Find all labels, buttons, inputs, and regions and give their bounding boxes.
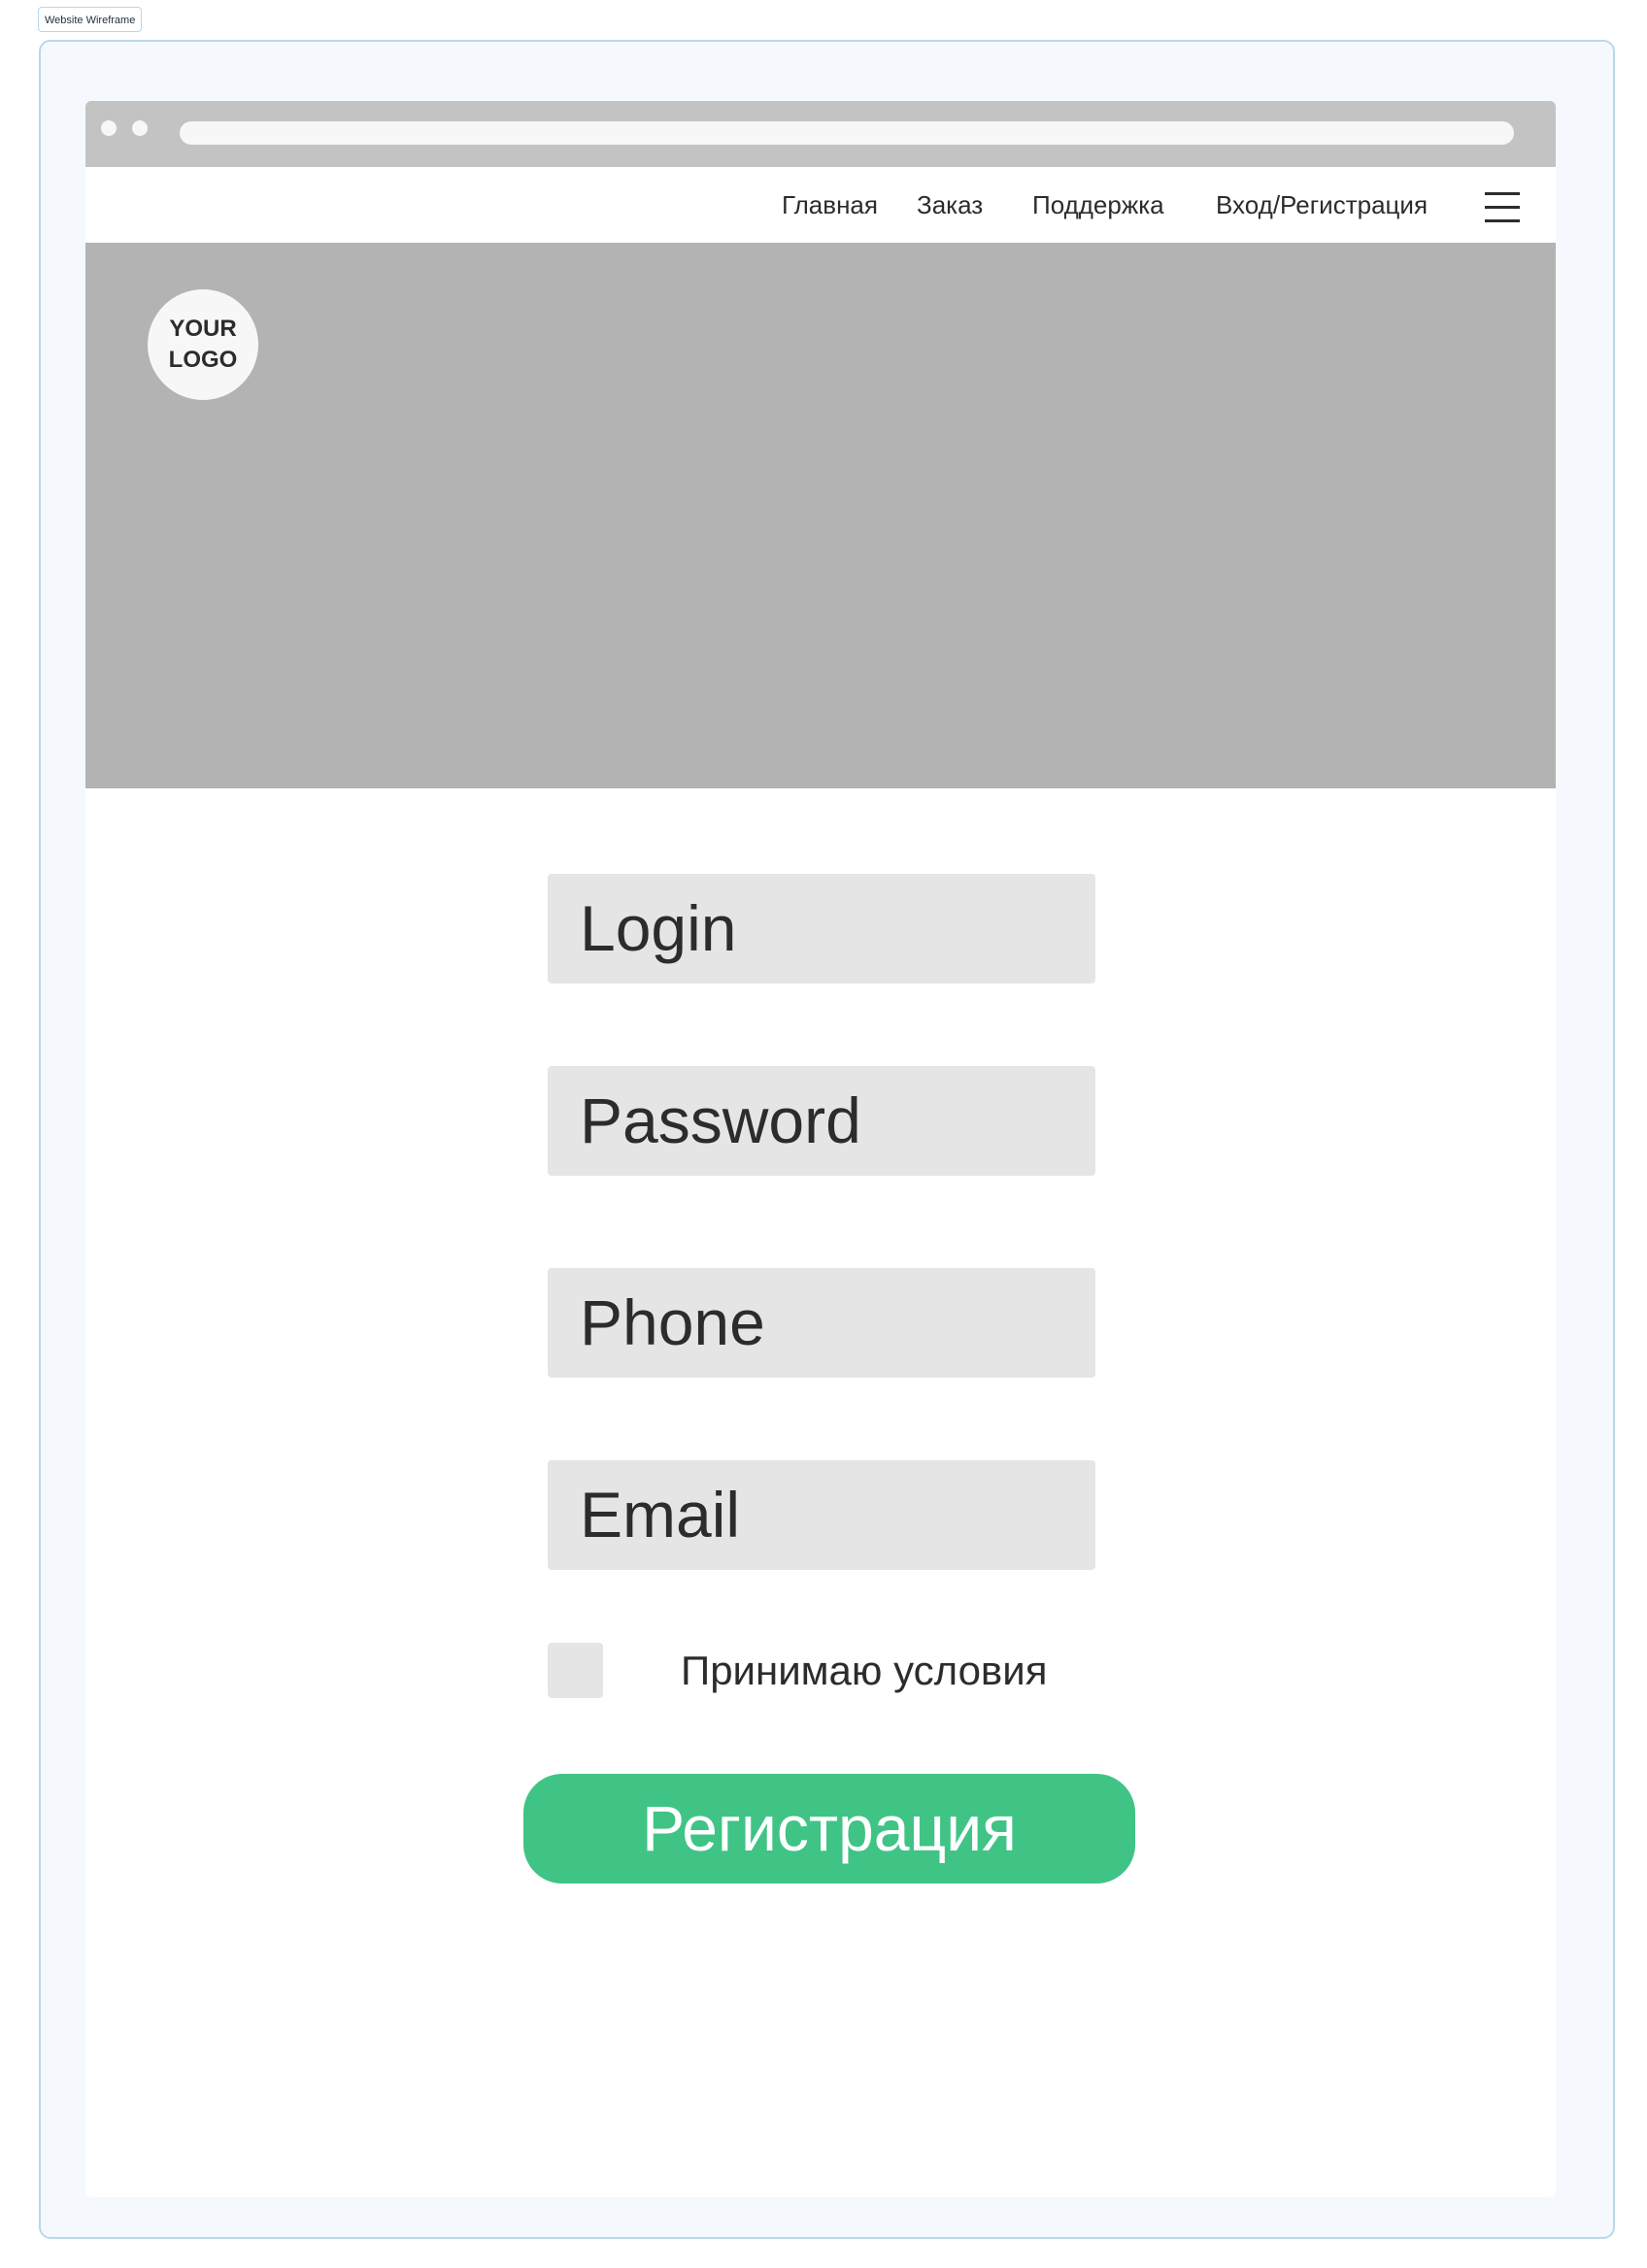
site-logo[interactable]: YOUR LOGO: [148, 289, 258, 400]
menu-line: [1485, 206, 1520, 209]
nav-link-support[interactable]: Поддержка: [1032, 167, 1164, 243]
register-button[interactable]: Регистрация: [523, 1774, 1135, 1884]
email-placeholder: Email: [580, 1479, 741, 1551]
logo-text-line: YOUR: [169, 316, 237, 342]
password-field[interactable]: Password: [548, 1066, 1095, 1176]
login-placeholder: Login: [580, 892, 737, 964]
hamburger-menu-icon[interactable]: [1485, 192, 1520, 222]
phone-field[interactable]: Phone: [548, 1268, 1095, 1378]
terms-checkbox[interactable]: [548, 1643, 603, 1698]
logo-text: YOUR LOGO: [159, 314, 247, 376]
window-control-dot[interactable]: [132, 120, 148, 136]
nav-link-login-register[interactable]: Вход/Регистрация: [1216, 167, 1428, 243]
password-placeholder: Password: [580, 1084, 861, 1156]
hero-image-placeholder: YOUR LOGO: [85, 243, 1556, 788]
frame-label: Website Wireframe: [38, 7, 143, 32]
menu-line: [1485, 192, 1520, 195]
login-field[interactable]: Login: [548, 874, 1095, 984]
email-field[interactable]: Email: [548, 1460, 1095, 1570]
logo-text-line: LOGO: [168, 347, 238, 373]
window-control-dot[interactable]: [101, 120, 117, 136]
menu-line: [1485, 219, 1520, 222]
nav-link-home[interactable]: Главная: [782, 167, 878, 243]
browser-window: Главная Заказ Поддержка Вход/Регистрация…: [85, 101, 1556, 2197]
top-navigation: Главная Заказ Поддержка Вход/Регистрация: [85, 167, 1556, 243]
terms-label: Принимаю условия: [681, 1648, 1048, 1693]
nav-link-order[interactable]: Заказ: [917, 167, 983, 243]
browser-toolbar: [85, 101, 1556, 167]
address-bar[interactable]: [180, 121, 1514, 145]
phone-placeholder: Phone: [580, 1286, 765, 1358]
